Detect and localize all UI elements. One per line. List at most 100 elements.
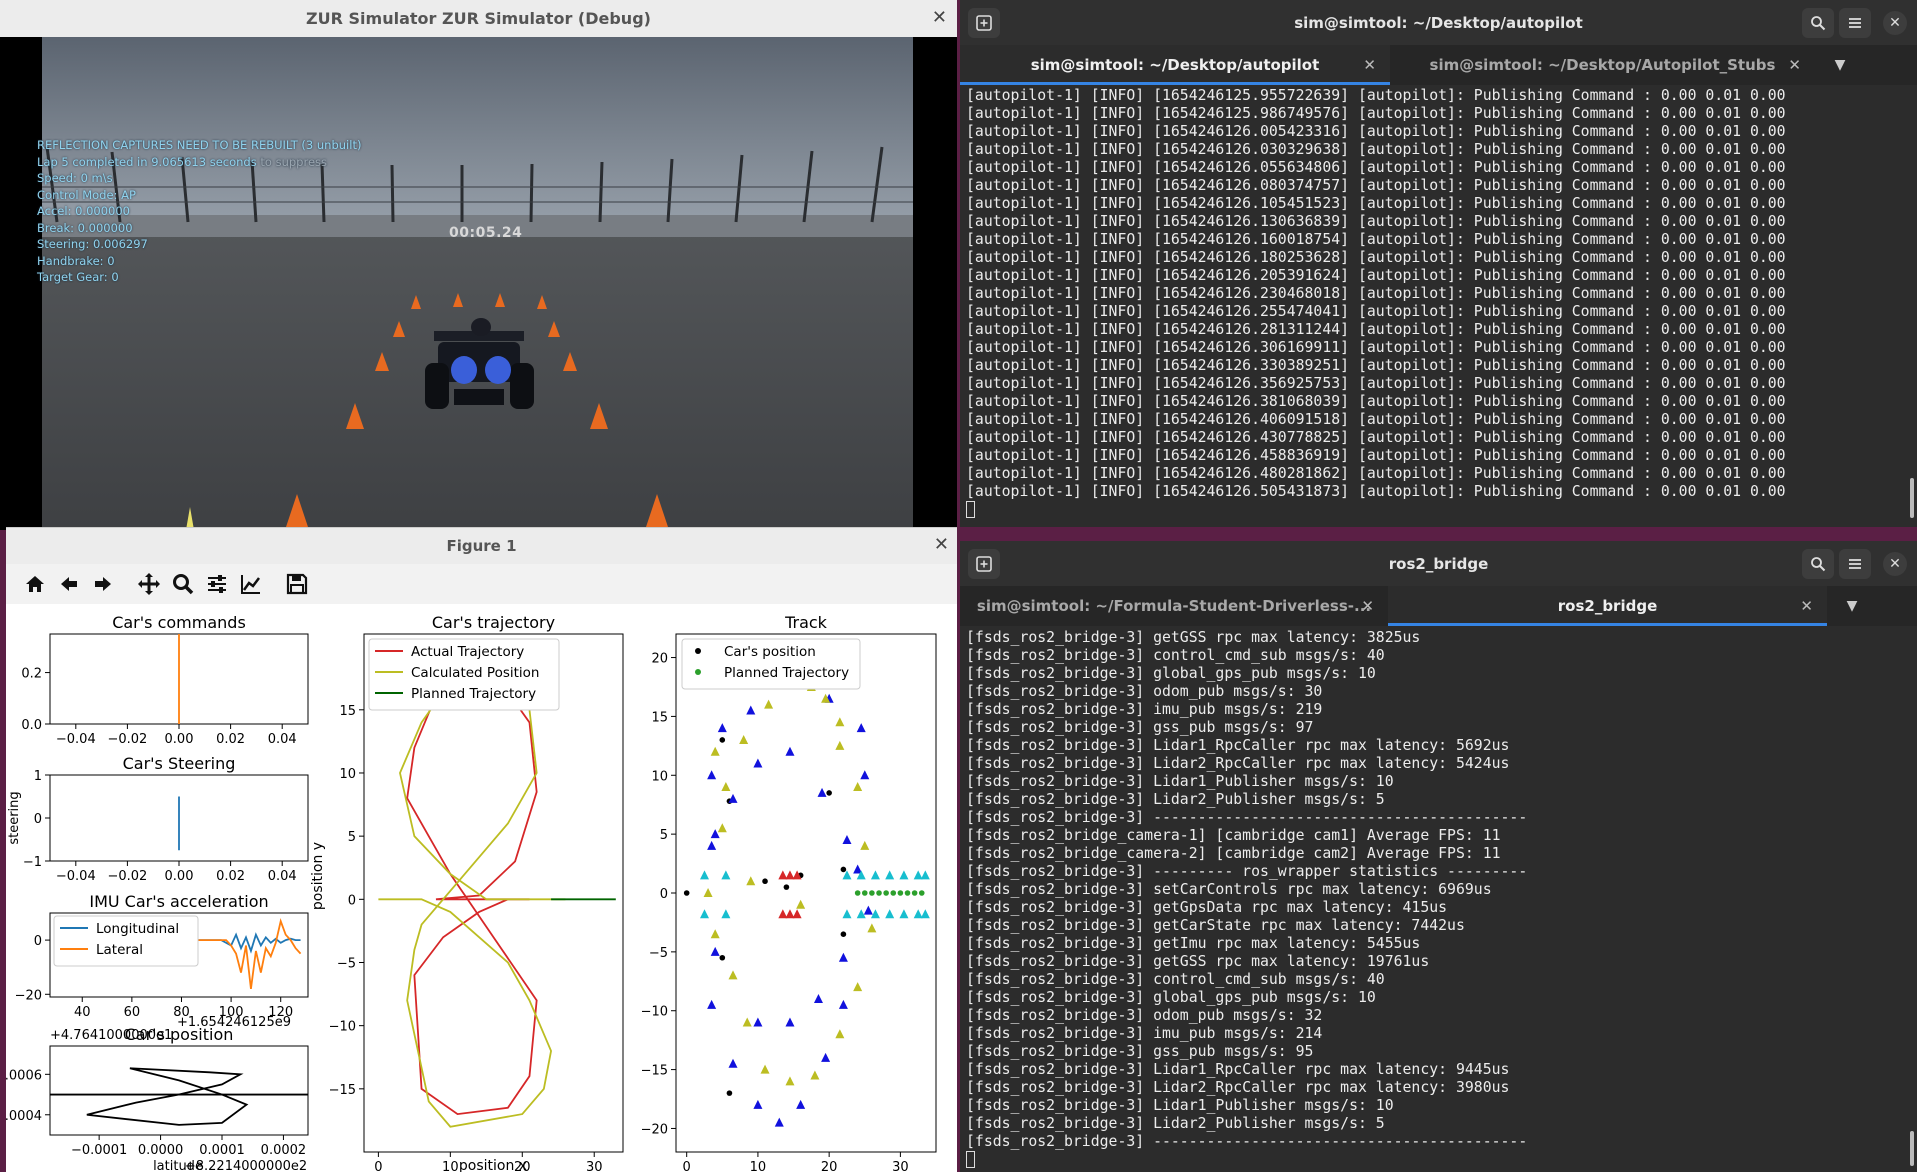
search-icon[interactable] [1802, 549, 1834, 579]
data-point [719, 954, 726, 961]
tab-close-icon[interactable]: ✕ [1788, 56, 1801, 74]
terminal-line: [autopilot-1] [INFO] [1654246126.5054318… [966, 483, 1786, 500]
terminal-tabs: sim@simtool: ~/Desktop/autopilot ✕ sim@s… [960, 45, 1917, 85]
configure-subplots-icon[interactable] [202, 569, 232, 599]
y-tick-label: 0.0 [21, 718, 42, 733]
x-tick-label: 20 [821, 1160, 838, 1172]
hud-reflection-warning: REFLECTION CAPTURES NEED TO BE REBUILT (… [37, 138, 362, 152]
trajectory-y-axis-label: position y [310, 842, 326, 910]
new-tab-icon[interactable] [968, 549, 1000, 579]
terminal-line: [autopilot-1] [INFO] [1654246126.4588369… [966, 447, 1786, 464]
tab-formula-student[interactable]: sim@simtool: ~/Formula-Student-Driverles… [960, 586, 1388, 626]
figure-canvas[interactable]: Car's commands−0.04 −0.02 0.00 0.02 0.040.00… [6, 604, 957, 1172]
y-tick-label: 0.0004 [6, 1109, 42, 1124]
x-tick-label: 0.02 [216, 869, 245, 884]
data-point [854, 890, 861, 896]
terminal-line: [autopilot-1] [INFO] [1654246126.2053916… [966, 267, 1786, 284]
y-tick-label: 10 [651, 769, 668, 784]
terminal-line: [fsds_ros2_bridge-3] Lidar2_RpcCaller rp… [966, 1079, 1510, 1096]
pan-icon[interactable] [134, 569, 164, 599]
terminal-line: [fsds_ros2_bridge-3] global_gps_pub msgs… [966, 989, 1376, 1006]
simulator-window: ZUR Simulator ZUR Simulator (Debug) ✕ RE… [0, 0, 957, 530]
data-point [869, 890, 875, 896]
tab-close-icon[interactable]: ✕ [1361, 597, 1374, 615]
terminal-window-ros2-bridge: ros2_bridge ✕ sim@simtool: ~/Formula-Stu… [960, 541, 1917, 1172]
y-tick-label: −5 [649, 946, 668, 961]
hud-break: Break: 0.000000 [37, 220, 133, 235]
forward-arrow-icon[interactable] [88, 569, 118, 599]
plot-title: Car's commands [112, 613, 246, 632]
x-tick-label: 0.04 [268, 732, 297, 747]
gps-x-offset: +8.2214000000e2 [185, 1159, 307, 1172]
back-arrow-icon[interactable] [54, 569, 84, 599]
hamburger-menu-icon[interactable] [1839, 8, 1871, 38]
edit-axis-icon[interactable] [236, 569, 266, 599]
y-tick-label: 0.0006 [6, 1068, 42, 1083]
hamburger-menu-icon[interactable] [1839, 549, 1871, 579]
terminal-line: [autopilot-1] [INFO] [1654246126.1054515… [966, 195, 1786, 212]
terminal-line: [fsds_ros2_bridge-3] gss_pub msgs/s: 95 [966, 1043, 1314, 1060]
terminal-line: [fsds_ros2_bridge-3] getImu rpc max late… [966, 935, 1421, 952]
terminal-line: [autopilot-1] [INFO] [1654246126.4307788… [966, 429, 1786, 446]
tab-label: sim@simtool: ~/Formula-Student-Driverles… [976, 597, 1372, 615]
x-tick-label: 0 [683, 1160, 691, 1172]
x-tick-label: 40 [74, 1005, 91, 1020]
terminal-line: [fsds_ros2_bridge-3] -------------------… [966, 809, 1528, 826]
terminal-line: [autopilot-1] [INFO] [1654246126.3061699… [966, 339, 1786, 356]
simulator-close-icon[interactable]: ✕ [932, 7, 947, 28]
window-close-icon[interactable]: ✕ [1883, 11, 1907, 35]
terminal-scrollbar[interactable] [1910, 1131, 1914, 1166]
tab-autopilot[interactable]: sim@simtool: ~/Desktop/autopilot ✕ [960, 45, 1390, 85]
tabs-dropdown-icon[interactable]: ▼ [1827, 586, 1877, 626]
hud-lap-time: Lap 5 completed in 9.065613 seconds to s… [37, 154, 328, 169]
tab-close-icon[interactable]: ✕ [1800, 597, 1813, 615]
y-tick-label: −5 [337, 956, 356, 971]
gps-y-offset: +4.7641000000e1 [50, 1028, 172, 1043]
figure-close-icon[interactable]: ✕ [934, 534, 949, 555]
save-icon[interactable] [282, 569, 312, 599]
data-point [890, 890, 897, 896]
terminal-line: [fsds_ros2_bridge-3] control_cmd_sub msg… [966, 971, 1385, 988]
terminal-line: [autopilot-1] [INFO] [1654246126.0556348… [966, 159, 1786, 176]
x-tick-label: 0.00 [165, 732, 194, 747]
data-point [840, 931, 847, 938]
steering-axis-label: steering [7, 791, 22, 844]
new-tab-icon[interactable] [968, 8, 1000, 38]
tab-autopilot-stubs[interactable]: sim@simtool: ~/Desktop/Autopilot_Stubs ✕ [1390, 45, 1815, 85]
plot-title: IMU Car's acceleration [89, 892, 268, 911]
y-tick-label: 10 [339, 767, 356, 782]
terminal-line: [fsds_ros2_bridge-3] global_gps_pub msgs… [966, 665, 1376, 682]
home-icon[interactable] [20, 569, 50, 599]
terminal-line: [fsds_ros2_bridge-3] Lidar2_RpcCaller rp… [966, 755, 1510, 772]
search-icon[interactable] [1802, 8, 1834, 38]
terminal-titlebar[interactable]: sim@simtool: ~/Desktop/autopilot ✕ [960, 0, 1917, 45]
terminal-line: [fsds_ros2_bridge-3] getGSS rpc max late… [966, 629, 1421, 646]
tab-close-icon[interactable]: ✕ [1363, 56, 1376, 74]
terminal-line: [autopilot-1] [INFO] [1654246126.2554740… [966, 303, 1786, 320]
terminal-line: [autopilot-1] [INFO] [1654246126.3569257… [966, 375, 1786, 392]
terminal-line: [autopilot-1] [INFO] [1654246126.4060915… [966, 411, 1786, 428]
plot-axes-frame [675, 633, 937, 1153]
data-point [883, 890, 889, 896]
data-point [918, 890, 925, 896]
window-close-icon[interactable]: ✕ [1883, 552, 1907, 576]
x-tick-label: 10 [750, 1160, 767, 1172]
terminal-titlebar[interactable]: ros2_bridge ✕ [960, 541, 1917, 586]
tabs-dropdown-icon[interactable]: ▼ [1815, 45, 1865, 85]
simulator-titlebar[interactable]: ZUR Simulator ZUR Simulator (Debug) ✕ [0, 0, 957, 37]
terminal-line: [fsds_ros2_bridge-3] Lidar1_RpcCaller rp… [966, 737, 1510, 754]
tab-ros2-bridge[interactable]: ros2_bridge ✕ [1388, 586, 1827, 626]
terminal-line: [autopilot-1] [INFO] [1654246126.1600187… [966, 231, 1786, 248]
terminal-line: [fsds_ros2_bridge-3] setCarControls rpc … [966, 881, 1492, 898]
terminal-output[interactable]: [autopilot-1] [INFO] [1654246125.9557226… [960, 87, 1917, 527]
legend-label: Car's position [724, 644, 816, 660]
legend-marker [695, 669, 701, 675]
terminal-output[interactable]: [fsds_ros2_bridge-3] getGSS rpc max late… [960, 629, 1917, 1172]
figure-titlebar[interactable]: Figure 1 ✕ [6, 528, 957, 564]
race-car [425, 318, 534, 409]
terminal-scrollbar[interactable] [1910, 478, 1914, 518]
x-tick-label: −0.02 [107, 732, 147, 747]
x-tick-label: 30 [892, 1160, 909, 1172]
zoom-icon[interactable] [168, 569, 198, 599]
y-tick-label: 0 [348, 893, 356, 908]
